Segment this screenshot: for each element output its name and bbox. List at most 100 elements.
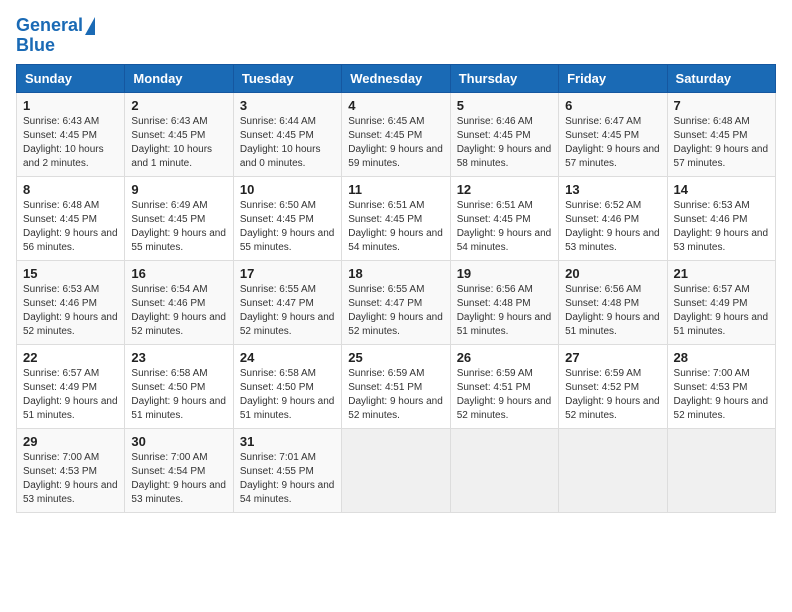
day-info: Sunrise: 6:59 AMSunset: 4:51 PMDaylight:…: [457, 367, 552, 423]
day-info: Sunrise: 6:49 AMSunset: 4:45 PMDaylight:…: [131, 199, 226, 255]
calendar-header-row: SundayMondayTuesdayWednesdayThursdayFrid…: [17, 64, 776, 92]
day-info: Sunrise: 6:53 AMSunset: 4:46 PMDaylight:…: [674, 199, 769, 255]
column-header-thursday: Thursday: [450, 64, 558, 92]
column-header-monday: Monday: [125, 64, 233, 92]
day-number: 25: [348, 350, 443, 365]
calendar-cell: 24 Sunrise: 6:58 AMSunset: 4:50 PMDayligh…: [233, 344, 341, 428]
day-number: 5: [457, 98, 552, 113]
week-row-1: 1 Sunrise: 6:43 AMSunset: 4:45 PMDaylight…: [17, 92, 776, 176]
calendar-cell: [342, 428, 450, 512]
day-number: 14: [674, 182, 769, 197]
column-header-wednesday: Wednesday: [342, 64, 450, 92]
week-row-5: 29Sunrise: 7:00 AMSunset: 4:53 PMDayligh…: [17, 428, 776, 512]
calendar-cell: 8 Sunrise: 6:48 AMSunset: 4:45 PMDaylight…: [17, 176, 125, 260]
calendar-cell: 1 Sunrise: 6:43 AMSunset: 4:45 PMDaylight…: [17, 92, 125, 176]
day-info: Sunrise: 6:51 AMSunset: 4:45 PMDaylight:…: [348, 199, 443, 255]
calendar-cell: 31 Sunrise: 7:01 AMSunset: 4:55 PMDayligh…: [233, 428, 341, 512]
calendar-cell: 25 Sunrise: 6:59 AMSunset: 4:51 PMDayligh…: [342, 344, 450, 428]
week-row-2: 8 Sunrise: 6:48 AMSunset: 4:45 PMDaylight…: [17, 176, 776, 260]
day-info: Sunrise: 6:46 AMSunset: 4:45 PMDaylight:…: [457, 115, 552, 171]
calendar-cell: 3 Sunrise: 6:44 AMSunset: 4:45 PMDaylight…: [233, 92, 341, 176]
calendar-cell: 18 Sunrise: 6:55 AMSunset: 4:47 PMDayligh…: [342, 260, 450, 344]
calendar-cell: [667, 428, 775, 512]
day-info: Sunrise: 6:54 AMSunset: 4:46 PMDaylight:…: [131, 283, 226, 339]
day-info: Sunrise: 6:52 AMSunset: 4:46 PMDaylight:…: [565, 199, 660, 255]
calendar-cell: 5 Sunrise: 6:46 AMSunset: 4:45 PMDaylight…: [450, 92, 558, 176]
day-info: Sunrise: 6:55 AMSunset: 4:47 PMDaylight:…: [240, 283, 335, 339]
day-info: Sunrise: 6:48 AMSunset: 4:45 PMDaylight:…: [23, 199, 118, 255]
day-info: Sunrise: 6:57 AMSunset: 4:49 PMDaylight:…: [674, 283, 769, 339]
day-info: Sunrise: 6:44 AMSunset: 4:45 PMDaylight:…: [240, 115, 335, 171]
calendar-cell: 27 Sunrise: 6:59 AMSunset: 4:52 PMDayligh…: [559, 344, 667, 428]
calendar-cell: 13 Sunrise: 6:52 AMSunset: 4:46 PMDayligh…: [559, 176, 667, 260]
week-row-3: 15 Sunrise: 6:53 AMSunset: 4:46 PMDayligh…: [17, 260, 776, 344]
day-info: Sunrise: 7:01 AMSunset: 4:55 PMDaylight:…: [240, 451, 335, 507]
day-number: 12: [457, 182, 552, 197]
day-number: 17: [240, 266, 335, 281]
day-info: Sunrise: 6:45 AMSunset: 4:45 PMDaylight:…: [348, 115, 443, 171]
day-number: 11: [348, 182, 443, 197]
day-number: 15: [23, 266, 118, 281]
day-number: 16: [131, 266, 226, 281]
day-number: 13: [565, 182, 660, 197]
calendar-cell: 28Sunrise: 7:00 AMSunset: 4:53 PMDayligh…: [667, 344, 775, 428]
day-number: 31: [240, 434, 335, 449]
day-number: 3: [240, 98, 335, 113]
calendar-cell: 11 Sunrise: 6:51 AMSunset: 4:45 PMDayligh…: [342, 176, 450, 260]
day-number: 19: [457, 266, 552, 281]
day-info: Sunrise: 6:59 AMSunset: 4:52 PMDaylight:…: [565, 367, 660, 423]
day-info: Sunrise: 6:56 AMSunset: 4:48 PMDaylight:…: [565, 283, 660, 339]
day-number: 27: [565, 350, 660, 365]
day-number: 22: [23, 350, 118, 365]
day-number: 29: [23, 434, 118, 449]
day-number: 9: [131, 182, 226, 197]
day-number: 18: [348, 266, 443, 281]
calendar-cell: 30 Sunrise: 7:00 AMSunset: 4:54 PMDayligh…: [125, 428, 233, 512]
calendar-cell: 22Sunrise: 6:57 AMSunset: 4:49 PMDayligh…: [17, 344, 125, 428]
page-header: General Blue: [16, 16, 776, 56]
column-header-saturday: Saturday: [667, 64, 775, 92]
day-info: Sunrise: 6:55 AMSunset: 4:47 PMDaylight:…: [348, 283, 443, 339]
calendar-cell: 19 Sunrise: 6:56 AMSunset: 4:48 PMDayligh…: [450, 260, 558, 344]
day-number: 24: [240, 350, 335, 365]
calendar-cell: 20Sunrise: 6:56 AMSunset: 4:48 PMDayligh…: [559, 260, 667, 344]
day-info: Sunrise: 6:58 AMSunset: 4:50 PMDaylight:…: [131, 367, 226, 423]
day-number: 23: [131, 350, 226, 365]
day-number: 1: [23, 98, 118, 113]
column-header-sunday: Sunday: [17, 64, 125, 92]
calendar-cell: 4 Sunrise: 6:45 AMSunset: 4:45 PMDaylight…: [342, 92, 450, 176]
logo: General Blue: [16, 16, 95, 56]
calendar-cell: [559, 428, 667, 512]
day-number: 6: [565, 98, 660, 113]
day-info: Sunrise: 6:50 AMSunset: 4:45 PMDaylight:…: [240, 199, 335, 255]
day-number: 30: [131, 434, 226, 449]
day-info: Sunrise: 6:43 AMSunset: 4:45 PMDaylight:…: [23, 115, 118, 171]
day-info: Sunrise: 6:58 AMSunset: 4:50 PMDaylight:…: [240, 367, 335, 423]
calendar-cell: 29Sunrise: 7:00 AMSunset: 4:53 PMDayligh…: [17, 428, 125, 512]
day-number: 26: [457, 350, 552, 365]
day-info: Sunrise: 6:56 AMSunset: 4:48 PMDaylight:…: [457, 283, 552, 339]
calendar-cell: 23 Sunrise: 6:58 AMSunset: 4:50 PMDayligh…: [125, 344, 233, 428]
day-info: Sunrise: 6:59 AMSunset: 4:51 PMDaylight:…: [348, 367, 443, 423]
calendar-table: SundayMondayTuesdayWednesdayThursdayFrid…: [16, 64, 776, 513]
logo-triangle-icon: [85, 17, 95, 35]
calendar-cell: 9 Sunrise: 6:49 AMSunset: 4:45 PMDaylight…: [125, 176, 233, 260]
day-number: 2: [131, 98, 226, 113]
calendar-cell: 6 Sunrise: 6:47 AMSunset: 4:45 PMDaylight…: [559, 92, 667, 176]
day-number: 4: [348, 98, 443, 113]
calendar-cell: 26 Sunrise: 6:59 AMSunset: 4:51 PMDayligh…: [450, 344, 558, 428]
calendar-cell: 12 Sunrise: 6:51 AMSunset: 4:45 PMDayligh…: [450, 176, 558, 260]
day-info: Sunrise: 6:47 AMSunset: 4:45 PMDaylight:…: [565, 115, 660, 171]
column-header-friday: Friday: [559, 64, 667, 92]
calendar-cell: [450, 428, 558, 512]
day-number: 10: [240, 182, 335, 197]
day-number: 8: [23, 182, 118, 197]
day-number: 28: [674, 350, 769, 365]
day-info: Sunrise: 6:51 AMSunset: 4:45 PMDaylight:…: [457, 199, 552, 255]
day-info: Sunrise: 6:53 AMSunset: 4:46 PMDaylight:…: [23, 283, 118, 339]
day-info: Sunrise: 7:00 AMSunset: 4:54 PMDaylight:…: [131, 451, 226, 507]
day-info: Sunrise: 6:48 AMSunset: 4:45 PMDaylight:…: [674, 115, 769, 171]
week-row-4: 22Sunrise: 6:57 AMSunset: 4:49 PMDayligh…: [17, 344, 776, 428]
day-number: 21: [674, 266, 769, 281]
calendar-cell: 14 Sunrise: 6:53 AMSunset: 4:46 PMDayligh…: [667, 176, 775, 260]
